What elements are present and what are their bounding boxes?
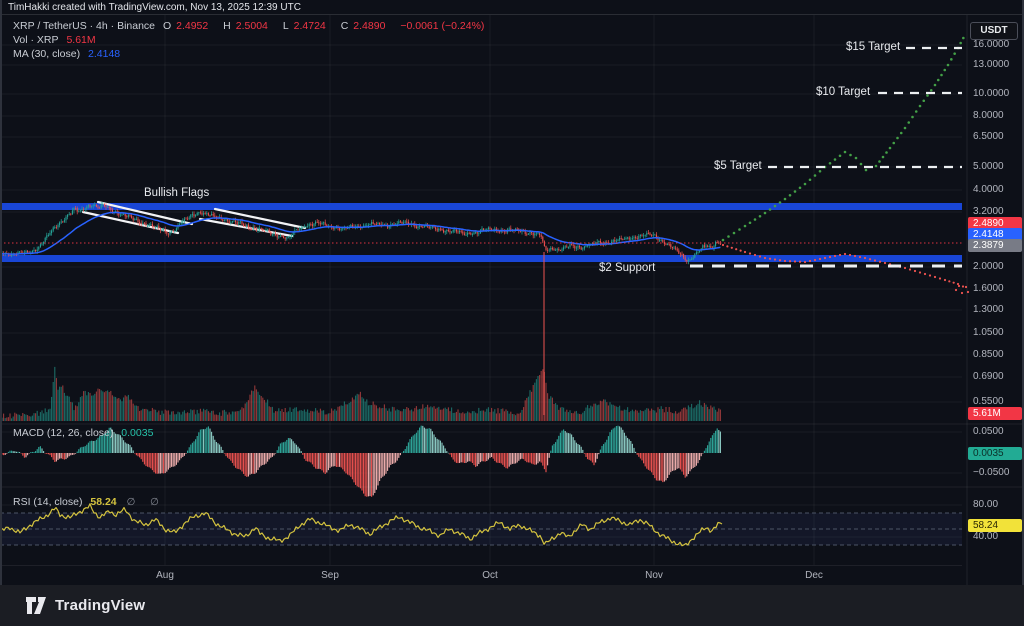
close-value: 2.4890 — [353, 20, 385, 32]
support-2-label: $2 Support — [599, 262, 655, 274]
attribution-bar: TimHakki created with TradingView.com, N… — [0, 0, 1024, 15]
price-tick-label: 1.6000 — [973, 283, 1004, 294]
month-label: Sep — [321, 570, 339, 581]
price-tick-label: 0.0500 — [973, 426, 1004, 437]
low-value: 2.4724 — [294, 20, 326, 32]
price-tick-label: 0.6900 — [973, 371, 1004, 382]
bullish-flags-annotation: Bullish Flags — [144, 187, 209, 199]
symbol-row: XRP / TetherUS · 4h · Binance O2.4952 H2… — [13, 20, 490, 34]
tradingview-logo-text: TradingView — [55, 597, 145, 614]
tradingview-screenshot: TimHakki created with TradingView.com, N… — [0, 0, 1024, 626]
hidden-series-icons[interactable]: ∅ ∅ — [127, 497, 165, 508]
price-tick-label: −0.0500 — [973, 467, 1009, 478]
chart-area[interactable]: XRP / TetherUS · 4h · Binance O2.4952 H2… — [0, 0, 1024, 585]
chart-legend: XRP / TetherUS · 4h · Binance O2.4952 H2… — [13, 20, 490, 62]
price-tick-label: 3.2000 — [973, 206, 1004, 217]
target-10-label: $10 Target — [816, 86, 870, 98]
price-tick-label: 40.00 — [973, 531, 998, 542]
ma-label: MA (30, close) — [13, 48, 80, 60]
price-badge: 2.3879 — [968, 239, 1022, 252]
rsi-value: 58.24 — [90, 496, 116, 508]
open-value: 2.4952 — [176, 20, 208, 32]
price-tick-label: 5.0000 — [973, 161, 1004, 172]
price-tick-label: 1.3000 — [973, 304, 1004, 315]
symbol-title: XRP / TetherUS · 4h · Binance — [13, 20, 155, 32]
tradingview-logo[interactable]: TradingView — [25, 596, 145, 615]
volume-label: Vol · XRP — [13, 34, 59, 46]
volume-row: Vol · XRP 5.61M — [13, 34, 490, 48]
price-tick-label: 1.0500 — [973, 327, 1004, 338]
price-tick-label: 80.00 — [973, 499, 998, 510]
macd-legend: MACD (12, 26, close) 0.0035 — [13, 427, 153, 439]
price-tick-label: 0.8500 — [973, 349, 1004, 360]
price-tick-label: 8.0000 — [973, 110, 1004, 121]
target-5-label: $5 Target — [714, 160, 762, 172]
month-label: Aug — [156, 570, 174, 581]
target-15-label: $15 Target — [846, 41, 900, 53]
currency-toggle-button[interactable]: USDT — [970, 22, 1018, 40]
rsi-label: RSI (14, close) — [13, 496, 82, 508]
price-tick-label: 0.5500 — [973, 396, 1004, 407]
month-label: Dec — [805, 570, 823, 581]
price-axis[interactable]: USDT 16.0000 13.0000 10.0000 8.0000 6.5000 5.… — [968, 0, 1024, 585]
ma-row: MA (30, close) 2.4148 — [13, 48, 490, 62]
left-frame — [0, 0, 2, 585]
attribution-text: TimHakki created with TradingView.com, N… — [8, 2, 301, 13]
change-value: −0.0061 (−0.24%) — [400, 20, 484, 32]
macd-value: 0.0035 — [121, 427, 153, 439]
price-tick-label: 16.0000 — [973, 39, 1009, 50]
price-tick-label: 13.0000 — [973, 59, 1009, 70]
price-badge: 5.61M — [968, 407, 1022, 420]
volume-value: 5.61M — [66, 34, 95, 46]
footer-bar: TradingView — [0, 585, 1024, 626]
tradingview-logo-icon — [25, 596, 47, 615]
price-badge: 58.24 — [968, 519, 1022, 532]
high-value: 2.5004 — [236, 20, 268, 32]
month-label: Nov — [645, 570, 663, 581]
ma-value: 2.4148 — [88, 48, 120, 60]
date-axis[interactable]: Aug Sep Oct Nov Dec — [0, 565, 962, 585]
price-badge: 0.0035 — [968, 447, 1022, 460]
price-tick-label: 10.0000 — [973, 88, 1009, 99]
rsi-legend: RSI (14, close) 58.24 ∅ ∅ — [13, 496, 165, 508]
price-tick-label: 6.5000 — [973, 131, 1004, 142]
month-label: Oct — [482, 570, 498, 581]
price-tick-label: 4.0000 — [973, 184, 1004, 195]
macd-label: MACD (12, 26, close) — [13, 427, 113, 439]
price-tick-label: 2.0000 — [973, 261, 1004, 272]
